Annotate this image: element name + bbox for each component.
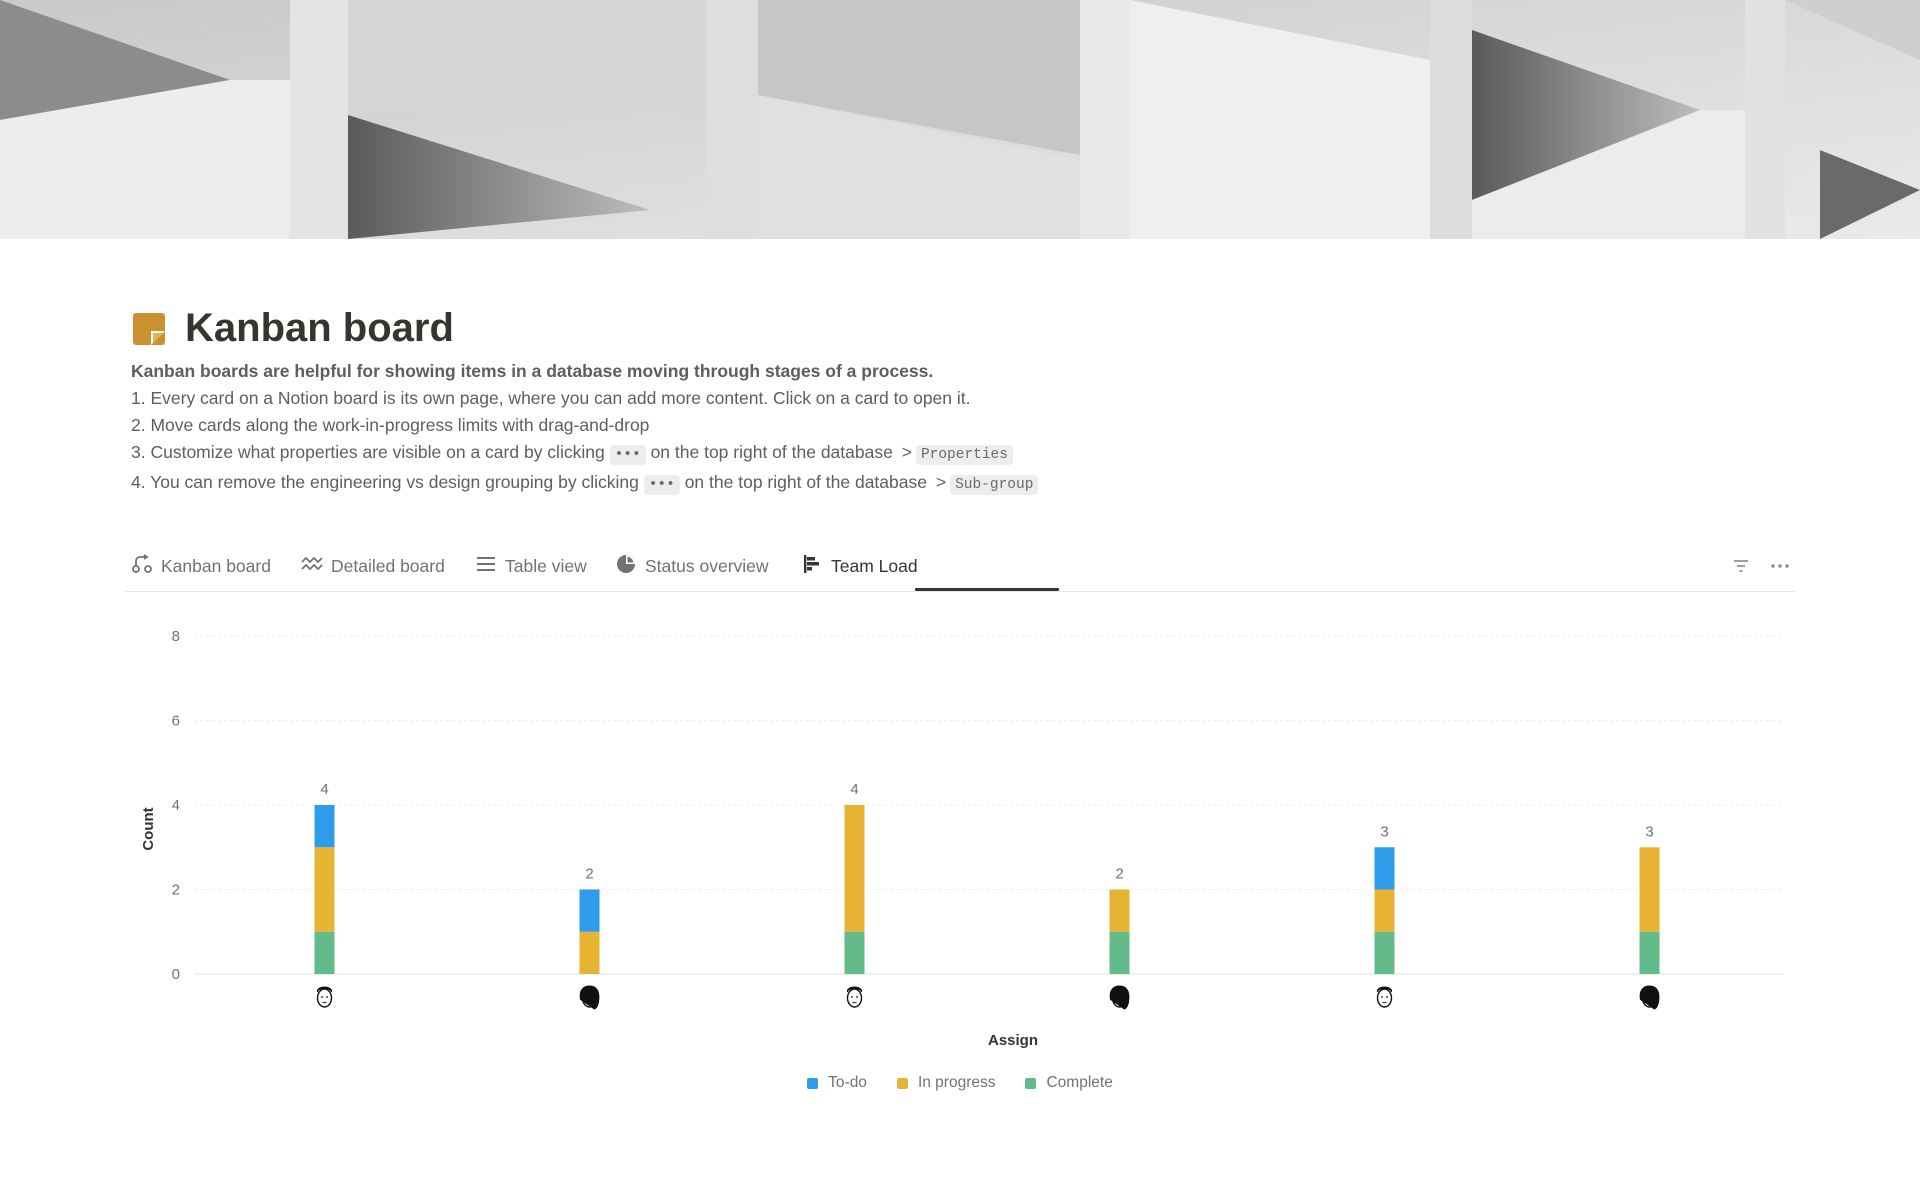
legend-swatch bbox=[1025, 1077, 1037, 1089]
filter-icon[interactable] bbox=[1728, 553, 1754, 579]
avatar-icon bbox=[1639, 985, 1660, 1010]
step-4-separator: > bbox=[935, 472, 947, 492]
cover-image bbox=[0, 0, 1920, 239]
avatar-icon bbox=[579, 985, 600, 1010]
tab-label: Status overview bbox=[645, 555, 769, 576]
avatar-icon bbox=[316, 986, 333, 1008]
y-tick-label: 0 bbox=[172, 966, 180, 983]
legend-item: Complete bbox=[1025, 1074, 1113, 1092]
bar-total-label: 2 bbox=[585, 866, 593, 883]
avatar-icon bbox=[1376, 986, 1393, 1008]
bar-total-label: 2 bbox=[1115, 866, 1123, 883]
x-axis-label: Assign bbox=[988, 1032, 1038, 1049]
bar-chart-icon bbox=[801, 553, 823, 580]
step-4-part-b: on the top right of the database bbox=[684, 472, 927, 492]
tab-team-load[interactable]: Team Load bbox=[801, 543, 918, 589]
legend-label: To-do bbox=[828, 1074, 867, 1091]
active-tab-indicator bbox=[915, 588, 1059, 591]
bar-total-label: 4 bbox=[850, 781, 858, 798]
step-4-part-a: 4. You can remove the engineering vs des… bbox=[131, 472, 639, 492]
y-tick-label: 4 bbox=[172, 797, 180, 814]
bar-complete bbox=[844, 931, 865, 974]
y-tick-label: 8 bbox=[172, 628, 180, 645]
y-tick-label: 6 bbox=[172, 713, 180, 730]
bar-in-progress bbox=[1109, 889, 1130, 932]
legend-item: To-do bbox=[807, 1074, 867, 1092]
avatar-icon bbox=[1109, 985, 1130, 1010]
pie-icon bbox=[615, 553, 637, 580]
page-description: Kanban boards are helpful for showing it… bbox=[131, 358, 1111, 499]
more-icon[interactable] bbox=[1767, 553, 1793, 579]
intro-text: Kanban boards are helpful for showing it… bbox=[131, 361, 934, 381]
tab-table-view[interactable]: Table view bbox=[475, 543, 587, 589]
chart-legend: To-do In progress Complete bbox=[0, 1074, 1920, 1092]
avatar-icon bbox=[846, 986, 863, 1008]
tab-label: Kanban board bbox=[161, 555, 271, 576]
y-tick-label: 2 bbox=[172, 882, 180, 899]
bar-total-label: 4 bbox=[320, 781, 328, 798]
legend-swatch bbox=[807, 1077, 819, 1089]
bar-to-do bbox=[1374, 847, 1395, 890]
step-3-separator: > bbox=[901, 442, 912, 462]
bar-in-progress bbox=[1639, 847, 1660, 932]
more-options-code: ••• bbox=[643, 475, 680, 495]
bar-in-progress bbox=[314, 847, 335, 932]
wave-icon bbox=[301, 553, 323, 580]
bar-total-label: 3 bbox=[1645, 823, 1653, 840]
page-icon[interactable] bbox=[131, 311, 167, 347]
kanban-icon bbox=[131, 553, 153, 580]
legend-label: In progress bbox=[917, 1074, 996, 1091]
tab-label: Table view bbox=[505, 555, 587, 576]
legend-swatch bbox=[896, 1077, 908, 1089]
step-2-text: 2. Move cards along the work-in-progress… bbox=[131, 415, 650, 435]
bar-complete bbox=[1374, 931, 1395, 974]
more-options-code: ••• bbox=[609, 445, 646, 465]
list-icon bbox=[475, 553, 497, 580]
bar-complete bbox=[1639, 931, 1660, 974]
bar-total-label: 3 bbox=[1380, 823, 1388, 840]
tab-status-overview[interactable]: Status overview bbox=[615, 543, 769, 589]
team-load-chart: 0 2 4 6 8 Count Assign 4 2 4 2 3 3 bbox=[140, 628, 1784, 1049]
properties-code: Properties bbox=[915, 445, 1013, 465]
page-title: Kanban board bbox=[185, 306, 454, 350]
tab-label: Detailed board bbox=[331, 555, 445, 576]
y-axis-label: Count bbox=[140, 807, 157, 850]
bar-in-progress bbox=[844, 805, 865, 932]
view-tabs: Kanban board Detailed board Table view S… bbox=[124, 543, 1796, 592]
tab-kanban-board[interactable]: Kanban board bbox=[131, 543, 271, 589]
bar-complete bbox=[1109, 931, 1130, 974]
step-3-text: 3. Customize what properties are visible… bbox=[131, 439, 1111, 469]
bar-in-progress bbox=[579, 931, 600, 974]
step-3-part-a: 3. Customize what properties are visible… bbox=[131, 442, 605, 462]
bar-complete bbox=[314, 931, 335, 974]
bar-in-progress bbox=[1374, 889, 1395, 932]
tab-label: Team Load bbox=[831, 555, 918, 576]
step-3-part-b: on the top right of the database bbox=[650, 442, 893, 462]
step-4-text: 4. You can remove the engineering vs des… bbox=[131, 469, 1111, 499]
bar-to-do bbox=[314, 805, 335, 848]
bar-to-do bbox=[579, 889, 600, 932]
sub-group-code: Sub-group bbox=[950, 475, 1039, 495]
legend-label: Complete bbox=[1046, 1074, 1113, 1091]
legend-item: In progress bbox=[896, 1074, 996, 1092]
step-1-text: 1. Every card on a Notion board is its o… bbox=[131, 388, 971, 408]
tab-detailed-board[interactable]: Detailed board bbox=[301, 543, 445, 589]
